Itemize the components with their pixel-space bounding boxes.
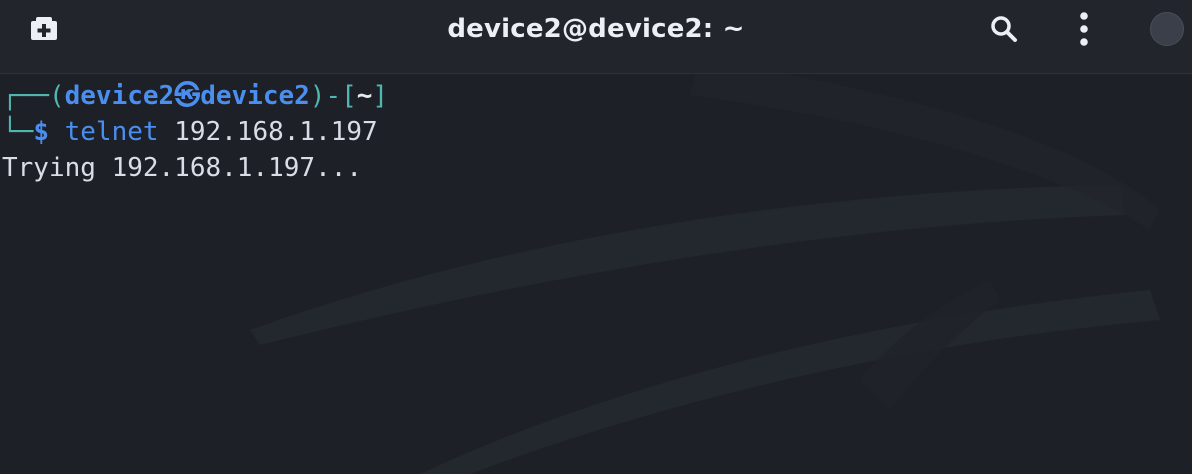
command-args: 192.168.1.197 [158, 117, 378, 147]
prompt-close: ] [372, 81, 389, 111]
terminal-output[interactable]: ┌──(device2㉿device2)-[~] └─$ telnet 192.… [0, 78, 1192, 474]
search-button[interactable] [982, 10, 1026, 48]
prompt-user: device2 [64, 81, 175, 111]
title-bar: device2@device2: ~ [0, 0, 1192, 74]
command-line: └─$ telnet 192.168.1.197 [2, 114, 378, 150]
search-icon [991, 16, 1017, 42]
kebab-menu-icon [1080, 12, 1088, 46]
output-line: Trying 192.168.1.197... [2, 153, 363, 183]
window-control-button[interactable] [1150, 12, 1184, 46]
prompt-line: ┌──(device2㉿device2)-[~] [2, 78, 388, 114]
prompt-dollar: $ [33, 117, 65, 147]
prompt-at-symbol: ㉿ [174, 81, 201, 111]
prompt-cwd: ~ [356, 81, 373, 111]
prompt-box-bottom: └─ [2, 117, 34, 147]
prompt-host: device2 [200, 81, 310, 111]
prompt-box-top: ┌──( [2, 81, 65, 111]
prompt-mid: )-[ [309, 81, 357, 111]
command-program: telnet [64, 117, 159, 147]
terminal-window: device2@device2: ~ ┌──(device2㉿device2)-… [0, 0, 1192, 474]
menu-button[interactable] [1062, 8, 1106, 50]
